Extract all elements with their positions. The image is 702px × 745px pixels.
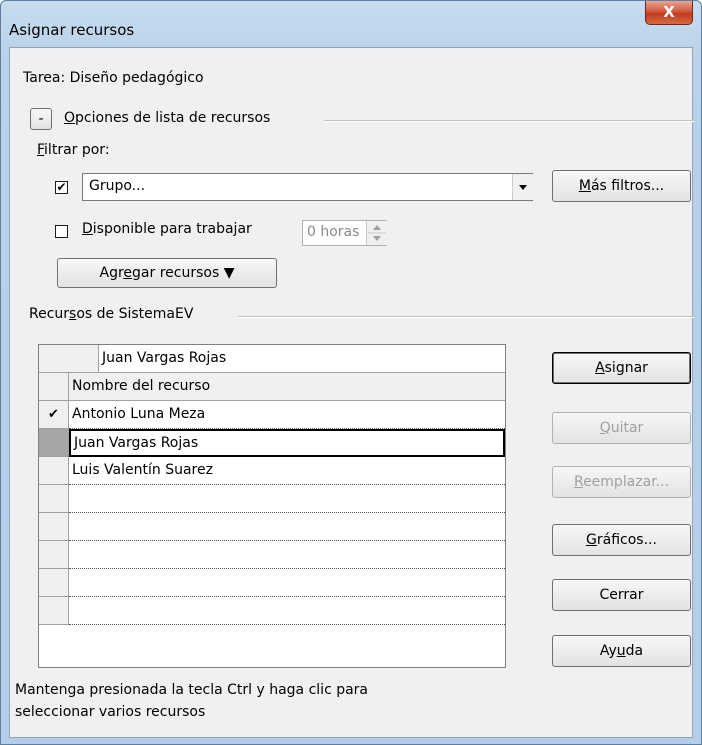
filter-combobox[interactable]: Grupo...	[82, 173, 533, 201]
row-selector[interactable]	[39, 485, 69, 513]
table-row[interactable]: Luis Valentín Suarez	[39, 457, 505, 485]
filter-combobox-value: Grupo...	[89, 178, 146, 194]
help-button[interactable]: Ayuda	[552, 635, 691, 667]
charts-button[interactable]: Gráficos...	[552, 524, 691, 556]
table-row[interactable]: Juan Vargas Rojas	[39, 429, 505, 457]
filter-checkbox[interactable]: ✔	[55, 181, 68, 194]
filter-label: Filtrar por:	[37, 142, 110, 158]
resources-group-title: Recursos de SistemaEV	[29, 306, 194, 322]
chevron-down-icon	[519, 185, 527, 190]
available-checkbox[interactable]	[55, 225, 68, 238]
header-corner	[39, 373, 69, 401]
hint-line-2: seleccionar varios recursos	[15, 704, 206, 720]
remove-button[interactable]: Quitar	[552, 412, 691, 444]
title-bar[interactable]: Asignar recursos X	[1, 1, 701, 41]
resource-name-cell[interactable]: Juan Vargas Rojas	[69, 429, 505, 457]
grid-edit-row: Juan Vargas Rojas	[39, 345, 505, 373]
row-selector[interactable]	[39, 429, 69, 457]
resource-name-cell[interactable]: Luis Valentín Suarez	[69, 457, 505, 485]
column-header-resource-name[interactable]: Nombre del recurso	[69, 373, 505, 401]
available-label: Disponible para trabajar	[82, 221, 252, 237]
resource-name-cell[interactable]: Antonio Luna Meza	[69, 401, 505, 429]
edit-row-header	[39, 345, 99, 373]
hint-line-1: Mantenga presionada la tecla Ctrl y haga…	[15, 682, 369, 698]
close-button[interactable]: X	[645, 1, 693, 25]
resources-grid[interactable]: Juan Vargas Rojas Nombre del recurso ✔ An…	[38, 344, 506, 668]
close-dialog-button[interactable]: Cerrar	[552, 579, 691, 611]
grid-edit-field[interactable]: Juan Vargas Rojas	[99, 345, 505, 373]
collapse-options-button[interactable]: -	[30, 108, 52, 130]
resource-name-cell[interactable]	[69, 485, 505, 513]
table-row[interactable]	[39, 541, 505, 569]
table-row[interactable]	[39, 485, 505, 513]
hours-spin-buttons[interactable]	[366, 221, 387, 245]
assign-button[interactable]: Asignar	[552, 352, 691, 384]
hours-value: 0 horas	[307, 224, 360, 240]
resource-name-cell[interactable]	[69, 513, 505, 541]
row-selector[interactable]	[39, 597, 69, 625]
hours-spinner[interactable]: 0 horas	[302, 220, 387, 246]
table-row[interactable]	[39, 513, 505, 541]
row-selector[interactable]	[39, 513, 69, 541]
table-row[interactable]	[39, 597, 505, 625]
collapse-toggle-label: -	[38, 111, 44, 127]
resource-name-cell[interactable]	[69, 597, 505, 625]
table-row[interactable]	[39, 569, 505, 597]
triangle-up-icon[interactable]	[505, 345, 506, 367]
task-label: Tarea: Diseño pedagógico	[23, 70, 204, 86]
triangle-down-icon[interactable]	[505, 645, 506, 667]
more-filters-button[interactable]: Más filtros...	[552, 170, 691, 202]
spin-arrows-icon	[368, 225, 386, 241]
add-resources-button[interactable]: Agregar recursos ▼	[57, 258, 277, 288]
resource-name-cell[interactable]	[69, 569, 505, 597]
grid-scrollbar[interactable]	[505, 345, 506, 667]
resources-group-divider	[238, 316, 694, 318]
replace-button[interactable]: Reemplazar...	[552, 466, 691, 498]
row-selector[interactable]: ✔	[39, 401, 69, 429]
table-row[interactable]: ✔ Antonio Luna Meza	[39, 401, 505, 429]
check-icon: ✔	[56, 180, 67, 194]
filter-dropdown-button[interactable]	[512, 174, 533, 200]
options-group-title: Opciones de lista de recursos	[64, 110, 271, 126]
grid-header-row: Nombre del recurso	[39, 373, 505, 401]
window-title: Asignar recursos	[9, 21, 135, 39]
dialog-client-area: Tarea: Diseño pedagógico - Opciones de l…	[9, 47, 694, 738]
row-selector[interactable]	[39, 541, 69, 569]
assign-resources-dialog: Asignar recursos X Tarea: Diseño pedagóg…	[0, 0, 702, 745]
options-group-divider	[324, 120, 694, 122]
row-selector[interactable]	[39, 457, 69, 485]
row-selector[interactable]	[39, 569, 69, 597]
resource-name-cell[interactable]	[69, 541, 505, 569]
